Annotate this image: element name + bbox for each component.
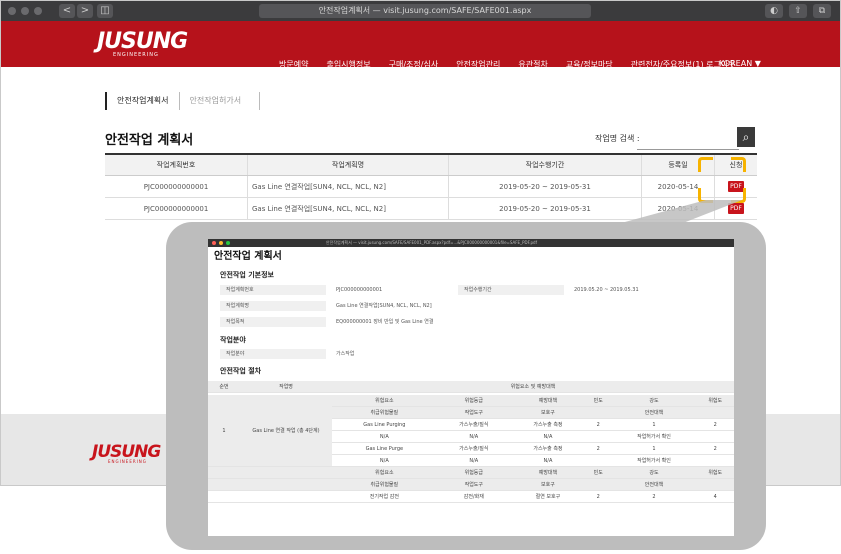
section-procedure: 안전작업 절차 xyxy=(220,367,262,375)
cell xyxy=(208,478,332,491)
info-label: 작업분야 xyxy=(220,349,326,359)
cell: 가스누출/질식 xyxy=(436,418,511,431)
step-name: Gas Line 연결 작업 (총 4단계) xyxy=(240,395,332,467)
cell: 보호구 xyxy=(510,478,585,491)
col-work-name: 작업명 xyxy=(240,381,332,393)
cell: 1 xyxy=(611,442,697,455)
table-row: 취급위험물질 작업도구 보호구 안전대책 xyxy=(208,478,734,491)
col-risk: 위험요소 및 예방대책 xyxy=(332,381,734,393)
table-row: 위험요소 위험등급 예방대책 빈도 강도 위험도 xyxy=(208,466,734,479)
cell: 2 xyxy=(584,490,612,503)
cell: N/A xyxy=(332,454,437,467)
cell: 2 xyxy=(696,442,734,455)
table-row: 1 Gas Line 연결 작업 (총 4단계) 위험요소 위험등급 예방대책 … xyxy=(208,395,734,467)
cell: 감전/화재 xyxy=(436,490,511,503)
cell: 2 xyxy=(696,418,734,431)
cell: 취급위험물질 xyxy=(332,478,437,491)
info-label: 작업계획번호 xyxy=(220,285,326,295)
section-basic-info: 안전작업 기본정보 xyxy=(220,271,274,279)
cell: 가스누출/질식 xyxy=(436,442,511,455)
cell xyxy=(584,406,612,419)
procedure-header: 순번 작업명 위험요소 및 예방대책 xyxy=(208,381,734,393)
cell: 빈도 xyxy=(584,466,612,479)
period-label: 작업수행기간 xyxy=(458,285,564,295)
cell xyxy=(696,430,734,443)
cell: 보호구 xyxy=(510,406,585,419)
preview-url: 안전작업계획서 — visit.jusung.com/SAFE/SAFE001_… xyxy=(326,240,537,245)
cell: 가스누출 측정 xyxy=(510,442,585,455)
cell: 작업허가서 확인 xyxy=(611,430,697,443)
cell xyxy=(696,406,734,419)
info-label: 작업계획명 xyxy=(220,301,326,311)
procedure-table: 1 Gas Line 연결 작업 (총 4단계) 위험요소 위험등급 예방대책 … xyxy=(208,395,734,503)
cell: 전기작업 감전 xyxy=(332,490,437,503)
cell: 예방대책 xyxy=(510,395,585,407)
info-value: EQ000000001 장비 반입 및 Gas Line 연결 xyxy=(336,319,434,325)
section-work-field: 작업분야 xyxy=(220,336,246,344)
cell xyxy=(696,478,734,491)
period-value: 2019.05.20 ~ 2019.05.31 xyxy=(574,287,639,293)
step-number: 1 xyxy=(208,395,240,467)
cell: 안전대책 xyxy=(611,478,697,491)
cell: 2 xyxy=(584,418,612,431)
cell: 위험등급 xyxy=(436,466,511,479)
table-row: 전기작업 감전 감전/화재 절연 보호구 2 2 4 xyxy=(208,490,734,503)
cell xyxy=(208,466,332,479)
cell: 빈도 xyxy=(584,395,612,407)
cell: N/A xyxy=(436,430,511,443)
info-value: 가스작업 xyxy=(336,351,355,357)
cell: 강도 xyxy=(611,466,697,479)
cell: 안전대책 xyxy=(611,406,697,419)
cell: 위험등급 xyxy=(436,395,511,407)
info-value: PJC000000000001 xyxy=(336,287,383,293)
cell: 취급위험물질 xyxy=(332,406,437,419)
cell: 2 xyxy=(584,442,612,455)
cell: 위험요소 xyxy=(332,395,437,407)
cell xyxy=(208,490,332,503)
cell: 1 xyxy=(611,418,697,431)
cell: N/A xyxy=(332,430,437,443)
cell: 2 xyxy=(611,490,697,503)
cell: 4 xyxy=(696,490,734,503)
cell: 위험도 xyxy=(696,395,734,407)
cell: N/A xyxy=(510,430,585,443)
cell: N/A xyxy=(436,454,511,467)
cell: 예방대책 xyxy=(510,466,585,479)
cell xyxy=(584,478,612,491)
cell: 위험요소 xyxy=(332,466,437,479)
cell: 강도 xyxy=(611,395,697,407)
cell xyxy=(584,430,612,443)
preview-titlebar: 안전작업계획서 — visit.jusung.com/SAFE/SAFE001_… xyxy=(208,239,734,247)
info-label: 작업목적 xyxy=(220,317,326,327)
cell: 작업도구 xyxy=(436,406,511,419)
cell: 작업도구 xyxy=(436,478,511,491)
cell xyxy=(584,454,612,467)
info-value: Gas Line 연결작업[SUN4, NCL, NCL, N2] xyxy=(336,303,432,309)
procedure-header-row: 순번 작업명 위험요소 및 예방대책 xyxy=(208,381,734,393)
cell: N/A xyxy=(510,454,585,467)
cell: 위험도 xyxy=(696,466,734,479)
cell: Gas Line Purge xyxy=(332,442,437,455)
cell: 가스누출 측정 xyxy=(510,418,585,431)
pdf-preview: 안전작업계획서 — visit.jusung.com/SAFE/SAFE001_… xyxy=(208,239,734,536)
cell: 작업허가서 확인 xyxy=(611,454,697,467)
col-seq: 순번 xyxy=(208,381,240,393)
preview-title: 안전작업 계획서 xyxy=(214,251,282,262)
cell xyxy=(696,454,734,467)
zoom-callout: 안전작업계획서 — visit.jusung.com/SAFE/SAFE001_… xyxy=(166,222,766,550)
cell: Gas Line Purging xyxy=(332,418,437,431)
cell: 절연 보호구 xyxy=(510,490,585,503)
